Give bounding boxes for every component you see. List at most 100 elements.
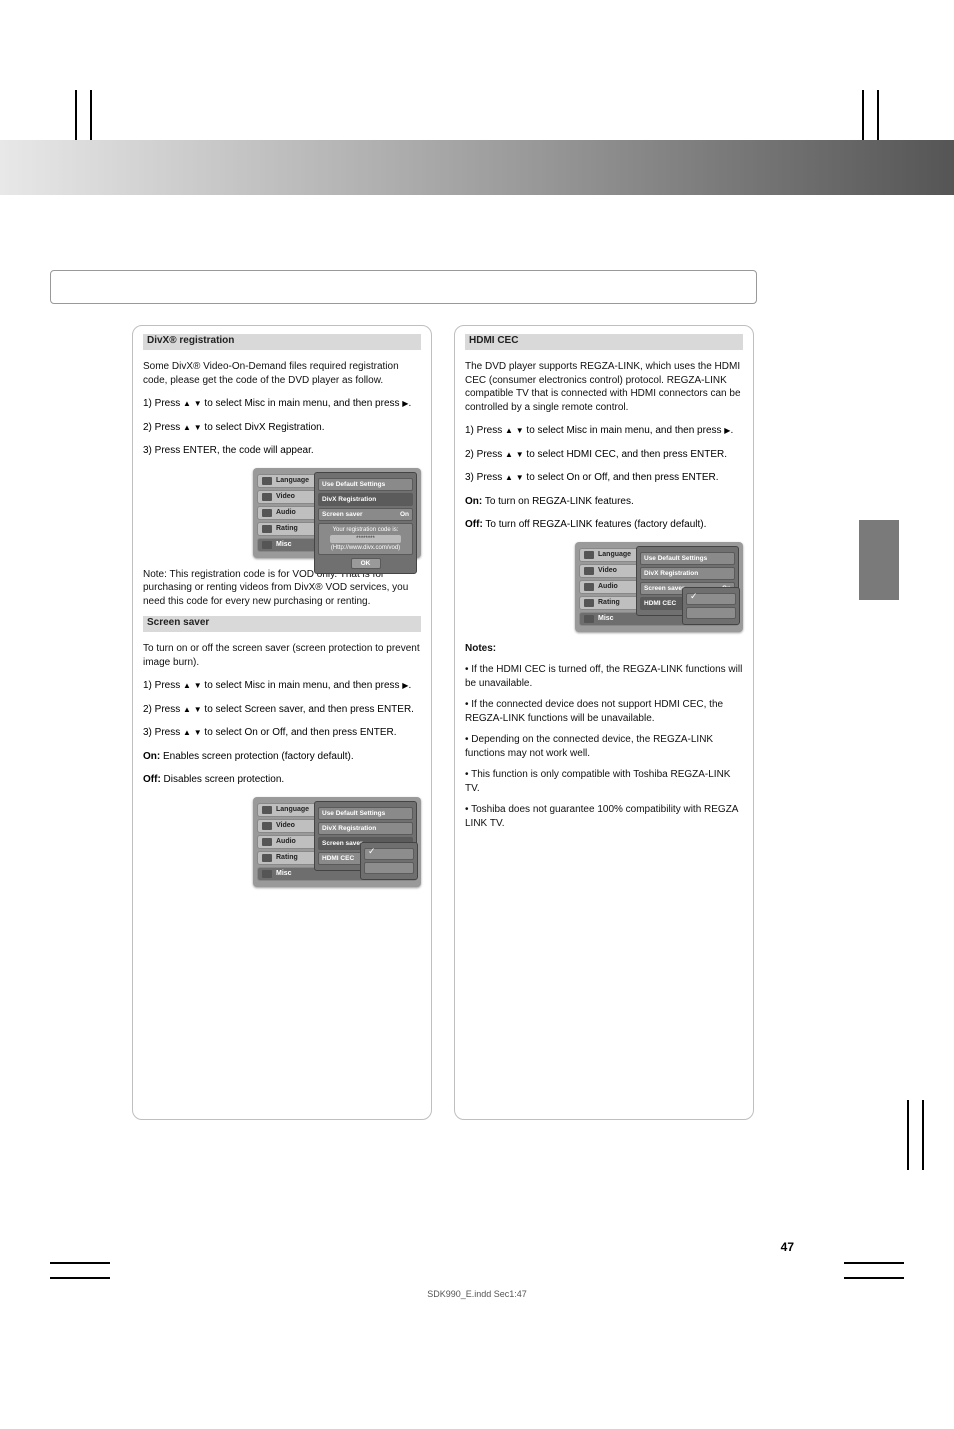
note-item: • Depending on the connected device, the…	[465, 733, 743, 760]
step-text: 2) Press to select HDMI CEC, and then pr…	[465, 448, 743, 462]
tab-icon	[262, 806, 272, 814]
tab-icon	[262, 854, 272, 862]
t: Depending on the connected device, the R…	[465, 734, 713, 759]
option-text: On: Enables screen protection (factory d…	[143, 750, 421, 764]
down-icon	[516, 449, 524, 460]
t: Audio	[276, 509, 296, 516]
tab-icon	[262, 541, 272, 549]
t: to select HDMI CEC, and then press ENTER…	[524, 449, 727, 460]
step-text: 2) Press to select DivX Registration.	[143, 421, 421, 435]
osd-panel: Language Video Audio Rating Misc Use Def…	[253, 468, 421, 558]
tab-icon	[262, 525, 272, 533]
ok-button[interactable]: OK	[351, 558, 381, 569]
t: 2) Press	[143, 422, 183, 433]
t: to select On or Off, and then press ENTE…	[524, 472, 719, 483]
t: DivX Registration	[644, 570, 698, 577]
content-columns: DivX® registration Some DivX® Video-On-D…	[132, 325, 754, 1120]
t: Use Default Settings	[322, 481, 385, 488]
t: Off:	[143, 774, 161, 785]
option-text: Off: To turn off REGZA-LINK features (fa…	[465, 518, 743, 532]
step-text: 3) Press to select On or Off, and then p…	[143, 726, 421, 740]
osd-panel: Language Video Audio Rating Misc Use Def…	[253, 797, 421, 887]
osd-row: Use Default Settings	[640, 552, 735, 565]
heading-text: DivX® registration	[143, 335, 234, 346]
t: Rating	[598, 599, 620, 606]
note-item: • If the connected device does not suppo…	[465, 698, 743, 725]
crop-mark	[844, 1277, 904, 1279]
t: 1) Press	[465, 425, 505, 436]
desc-text: To turn on or off the screen saver (scre…	[143, 642, 421, 669]
crop-mark	[50, 1262, 110, 1264]
down-icon	[194, 680, 202, 691]
t: Language	[598, 551, 631, 558]
t: Misc	[276, 541, 292, 548]
osd-panel: Language Video Audio Rating Misc Use Def…	[575, 542, 743, 632]
step-text: 3) Press ENTER, the code will appear.	[143, 444, 421, 458]
desc-text: The DVD player supports REGZA-LINK, whic…	[465, 360, 743, 414]
t: To turn on REGZA-LINK features.	[482, 496, 634, 507]
t: On:	[465, 496, 482, 507]
t: to select Misc in main menu, and then pr…	[202, 398, 403, 409]
right-icon	[724, 425, 730, 436]
t: If the connected device does not support…	[465, 699, 723, 724]
note-item: • Toshiba does not guarantee 100% compat…	[465, 803, 743, 830]
up-icon	[183, 727, 191, 738]
footer-text: SDK990_E.indd Sec1:47	[0, 1289, 954, 1299]
t: (Http://www.divx.com/vod)	[322, 545, 409, 551]
step-text: 2) Press to select Screen saver, and the…	[143, 703, 421, 717]
osd-option-off[interactable]	[686, 607, 736, 619]
crop-mark	[844, 1262, 904, 1264]
step-text: 3) Press to select On or Off, and then p…	[465, 471, 743, 485]
page-number: 47	[781, 1240, 794, 1254]
up-icon	[505, 472, 513, 483]
step-text: 1) Press to select Misc in main menu, an…	[143, 679, 421, 693]
t: Rating	[276, 854, 298, 861]
osd-popup: Use Default Settings DivX Registration S…	[636, 546, 739, 616]
step-text: 1) Press to select Misc in main menu, an…	[143, 397, 421, 411]
tab-icon	[262, 493, 272, 501]
header-gradient	[0, 140, 954, 195]
t: Disables screen protection.	[161, 774, 284, 785]
tab-icon	[262, 838, 272, 846]
osd-option-on[interactable]	[686, 593, 736, 605]
heading-text: Screen saver	[143, 617, 209, 628]
option-text: On: To turn on REGZA-LINK features.	[465, 495, 743, 509]
crop-mark	[907, 1100, 909, 1170]
down-icon	[516, 425, 524, 436]
t: Rating	[276, 525, 298, 532]
t: 1) Press	[143, 398, 183, 409]
up-icon	[505, 449, 513, 460]
code-mask: ********	[330, 535, 401, 543]
t: Screen saver	[322, 511, 362, 518]
t: 2) Press	[143, 704, 183, 715]
t: Off:	[465, 519, 483, 530]
tab-icon	[262, 509, 272, 517]
heading-bar: Screen saver	[143, 616, 421, 632]
osd-option-off[interactable]	[364, 862, 414, 874]
down-icon	[516, 472, 524, 483]
osd-code-box: Your registration code is: ******** (Htt…	[318, 523, 413, 555]
tab-icon	[584, 599, 594, 607]
t: 3) Press	[143, 727, 183, 738]
t: Misc	[598, 615, 614, 622]
crop-mark	[922, 1100, 924, 1170]
t: DivX Registration	[322, 825, 376, 832]
notes-heading: Notes:	[465, 642, 743, 656]
t: Enables screen protection (factory defau…	[160, 751, 353, 762]
t: Misc	[276, 870, 292, 877]
t: This function is only compatible with To…	[465, 769, 730, 794]
t: 2) Press	[465, 449, 505, 460]
t: Audio	[276, 838, 296, 845]
t: Use Default Settings	[322, 810, 385, 817]
osd-submenu	[360, 842, 418, 880]
up-icon	[183, 680, 191, 691]
right-icon	[402, 398, 408, 409]
left-card: DivX® registration Some DivX® Video-On-D…	[132, 325, 432, 1120]
heading-text: HDMI CEC	[465, 335, 518, 346]
note-item: • This function is only compatible with …	[465, 768, 743, 795]
osd-option-on[interactable]	[364, 848, 414, 860]
t: Your registration code is:	[322, 527, 409, 533]
option-text: Off: Disables screen protection.	[143, 773, 421, 787]
down-icon	[194, 422, 202, 433]
up-icon	[505, 425, 513, 436]
